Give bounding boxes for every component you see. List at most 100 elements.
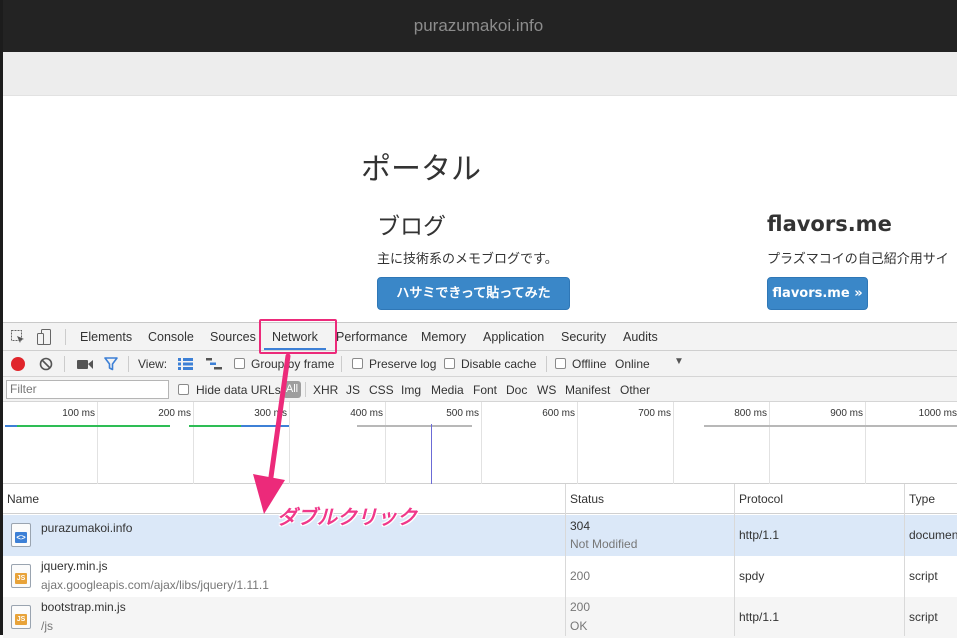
request-status: 200: [570, 600, 591, 614]
large-rows-icon[interactable]: [178, 358, 193, 370]
request-type: documen: [909, 528, 957, 542]
view-label: View:: [138, 357, 168, 371]
overview-gridline: [97, 402, 98, 484]
request-type: script: [909, 610, 938, 624]
filter-type-xhr[interactable]: XHR: [313, 383, 338, 397]
toolbar-separator: [64, 356, 65, 372]
screenshot-camera-icon[interactable]: [77, 359, 93, 370]
offline-label: Offline: [572, 357, 607, 371]
filter-type-media[interactable]: Media: [431, 383, 464, 397]
overview-tick: 800 ms: [734, 408, 767, 419]
filter-type-manifest[interactable]: Manifest: [565, 383, 610, 397]
tab-sources[interactable]: Sources: [210, 323, 256, 351]
tab-security[interactable]: Security: [561, 323, 606, 351]
toolbar-separator: [546, 356, 547, 372]
toolbar-separator: [128, 356, 129, 372]
disable-cache-checkbox[interactable]: [444, 358, 455, 369]
waterfall-bar: [5, 425, 17, 427]
page-heading: ポータル: [361, 152, 481, 187]
request-protocol: spdy: [739, 569, 765, 583]
request-name: jquery.min.js: [41, 559, 108, 573]
column-divider[interactable]: [734, 484, 735, 636]
overview-tick: 400 ms: [350, 408, 383, 419]
tab-application[interactable]: Application: [483, 323, 544, 351]
record-icon[interactable]: [11, 357, 25, 371]
device-toolbar-icon[interactable]: [37, 329, 51, 345]
column-header-name[interactable]: Name: [3, 484, 39, 514]
annotation-label: ダブルクリック: [277, 505, 417, 529]
overview-gridline: [193, 402, 194, 484]
column-header-protocol[interactable]: Protocol: [735, 484, 783, 514]
hide-data-urls-checkbox[interactable]: [178, 384, 189, 395]
network-overview-timeline[interactable]: 100 ms 200 ms 300 ms 400 ms 500 ms 600 m…: [3, 402, 957, 484]
window-title: purazumakoi.info: [413, 16, 544, 35]
html-doc-icon: <>: [11, 523, 31, 547]
filter-separator: [305, 382, 306, 397]
chevron-down-icon[interactable]: ▼: [674, 356, 684, 367]
filter-icon[interactable]: [104, 357, 118, 371]
column-divider[interactable]: [565, 484, 566, 636]
offline-checkbox[interactable]: [555, 358, 566, 369]
overview-gridline: [673, 402, 674, 484]
tab-elements[interactable]: Elements: [80, 323, 132, 351]
preserve-log-checkbox[interactable]: [352, 358, 363, 369]
request-protocol: http/1.1: [739, 528, 780, 542]
blog-button[interactable]: ハサミできって貼ってみた: [377, 277, 570, 310]
waterfall-bar: [5, 425, 170, 427]
table-row[interactable]: JS bootstrap.min.js /js 200 OK http/1.1 …: [3, 597, 957, 638]
section-title-blog: ブログ: [377, 214, 446, 240]
section-text-blog: 主に技術系のメモブログです。: [377, 252, 558, 267]
flavors-button[interactable]: flavors.me »: [767, 277, 868, 310]
filter-type-js[interactable]: JS: [346, 383, 360, 397]
js-file-icon: JS: [11, 605, 31, 629]
clear-icon[interactable]: [39, 357, 53, 371]
column-header-type[interactable]: Type: [905, 484, 935, 514]
waterfall-overview-icon[interactable]: [206, 358, 222, 370]
window-title-bar: purazumakoi.info: [0, 0, 957, 52]
filter-type-ws[interactable]: WS: [537, 383, 556, 397]
tab-audits[interactable]: Audits: [623, 323, 658, 351]
overview-tick: 1000 ms: [918, 408, 957, 419]
tab-console[interactable]: Console: [148, 323, 194, 351]
js-file-icon: JS: [11, 564, 31, 588]
tab-memory[interactable]: Memory: [421, 323, 466, 351]
filter-type-other[interactable]: Other: [620, 383, 650, 397]
waterfall-bar: [189, 425, 241, 427]
column-divider[interactable]: [904, 484, 905, 636]
table-row[interactable]: <> purazumakoi.info 304 Not Modified htt…: [3, 515, 957, 556]
request-status-text: Not Modified: [570, 537, 638, 551]
table-header: [3, 484, 957, 514]
overview-tick: 600 ms: [542, 408, 575, 419]
request-path: /js: [41, 619, 53, 633]
waterfall-bar: [704, 425, 957, 427]
tab-separator: [65, 329, 66, 345]
throttling-select[interactable]: Online: [615, 357, 650, 371]
tab-performance[interactable]: Performance: [336, 323, 408, 351]
column-header-status[interactable]: Status: [566, 484, 604, 514]
section-title-flavors: flavors.me: [767, 212, 892, 236]
group-by-frame-checkbox[interactable]: [234, 358, 245, 369]
waterfall-bar: [357, 425, 472, 427]
request-path: ajax.googleapis.com/ajax/libs/jquery/1.1…: [41, 578, 269, 592]
table-row[interactable]: JS jquery.min.js ajax.googleapis.com/aja…: [3, 556, 957, 597]
inspect-element-icon[interactable]: [11, 330, 25, 344]
filter-type-css[interactable]: CSS: [369, 383, 394, 397]
request-name: bootstrap.min.js: [41, 600, 126, 614]
filter-input[interactable]: Filter: [6, 380, 169, 399]
request-protocol: http/1.1: [739, 610, 780, 624]
overview-gridline: [481, 402, 482, 484]
overview-tick: 100 ms: [62, 408, 95, 419]
network-toolbar: View: Group by frame Preserve log Disabl…: [3, 351, 957, 377]
filter-type-font[interactable]: Font: [473, 383, 497, 397]
browser-toolbar: [0, 52, 957, 96]
request-status: 304: [570, 519, 591, 533]
overview-gridline: [577, 402, 578, 484]
overview-gridline: [385, 402, 386, 484]
page-content: ポータル ブログ 主に技術系のメモブログです。 ハサミできって貼ってみた fla…: [3, 96, 957, 322]
disable-cache-label: Disable cache: [461, 357, 537, 371]
filter-type-img[interactable]: Img: [401, 383, 421, 397]
devtools-tab-bar: Elements Console Sources Network Perform…: [3, 323, 957, 351]
preserve-log-label: Preserve log: [369, 357, 437, 371]
filter-type-doc[interactable]: Doc: [506, 383, 527, 397]
overview-tick: 700 ms: [638, 408, 671, 419]
